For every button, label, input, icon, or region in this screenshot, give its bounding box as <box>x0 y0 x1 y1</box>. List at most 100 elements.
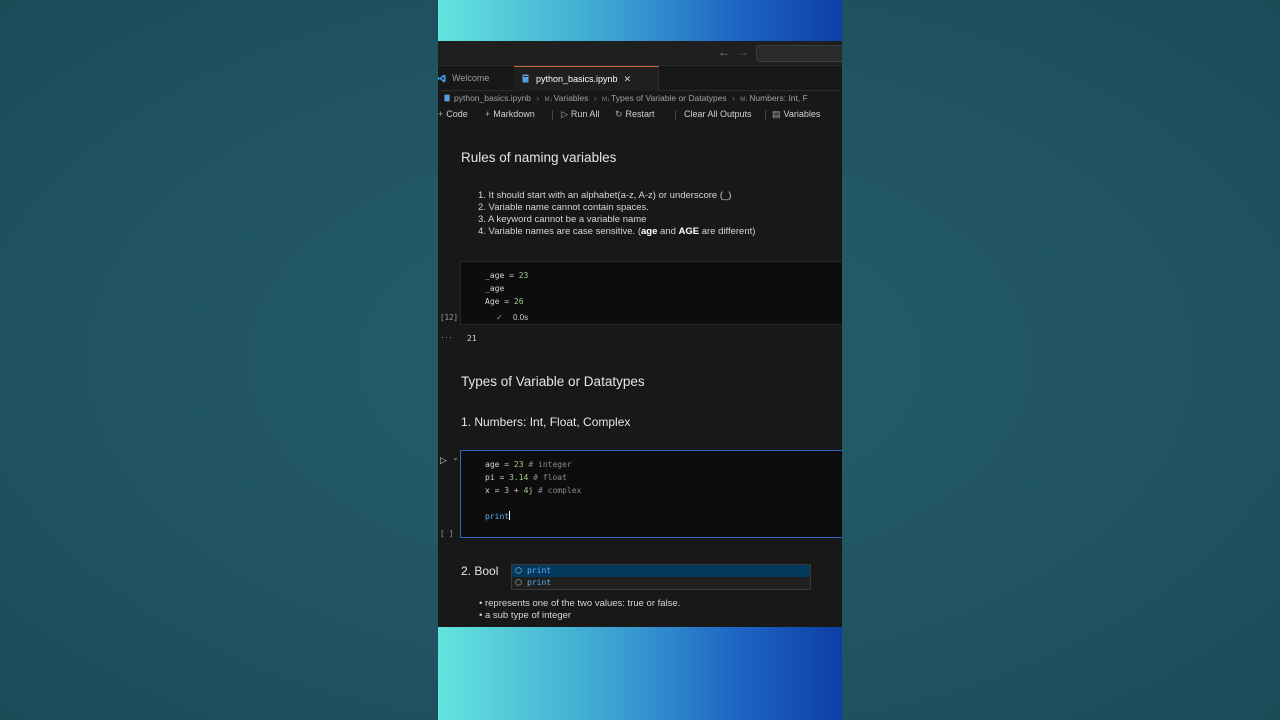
restart-icon: ↻ <box>615 109 623 119</box>
variables-button[interactable]: ▤ Variables <box>772 106 820 123</box>
text: are different) <box>699 226 756 237</box>
restart-button[interactable]: ↻ Restart <box>615 106 655 123</box>
tab-welcome[interactable]: Welcome <box>438 66 514 90</box>
vscode-logo-icon <box>438 74 446 83</box>
toolbar-divider <box>675 110 676 120</box>
editor-tab-bar: Welcome python_basics.ipynb ✕ <box>438 66 842 91</box>
heading-bool: 2. Bool <box>461 564 499 578</box>
markdown-icon: M↓ <box>544 97 553 103</box>
tab-python-basics[interactable]: python_basics.ipynb ✕ <box>514 66 659 91</box>
code-line: pi = 3.14 # float <box>485 473 567 482</box>
notebook-body: Rules of naming variables 1. It should s… <box>438 124 842 627</box>
tab-label: python_basics.ipynb <box>536 74 618 84</box>
operator: = <box>499 460 514 469</box>
text: 4. Variable names are case sensitive. ( <box>478 226 641 237</box>
operator: = <box>494 473 510 482</box>
text: and <box>657 226 679 237</box>
breadcrumb-label: Variables <box>553 93 589 103</box>
identifier: Age <box>485 297 500 306</box>
heading-types: Types of Variable or Datatypes <box>461 374 645 389</box>
code-line: print <box>485 511 511 521</box>
identifier: pi <box>485 473 495 482</box>
clear-all-outputs-button[interactable]: Clear All Outputs <box>684 106 752 123</box>
breadcrumb-item-variables[interactable]: M↓Variables <box>545 91 589 105</box>
notebook-file-icon <box>522 74 529 83</box>
cell-output: 21 <box>467 334 477 343</box>
suggestion-item[interactable]: ⬡ print <box>512 565 810 577</box>
table-icon: ▤ <box>772 109 781 119</box>
comment: # float <box>528 473 567 482</box>
text-cursor <box>509 511 511 520</box>
back-arrow-icon[interactable]: ← <box>718 45 730 59</box>
bold-text: AGE <box>678 226 700 237</box>
run-all-button[interactable]: ▷ Run All <box>561 106 599 123</box>
notebook-file-icon <box>444 94 450 102</box>
chevron-right-icon: › <box>593 93 597 103</box>
number: 23 <box>518 271 529 280</box>
play-icon: ▷ <box>561 109 568 119</box>
execution-time: 0.0s <box>513 313 529 322</box>
button-label: Variables <box>783 109 821 119</box>
button-label: Code <box>446 109 468 119</box>
list-item: 3. A keyword cannot be a variable name <box>478 214 647 225</box>
breadcrumb-label: Numbers: Int, F <box>749 93 808 103</box>
command-center-search[interactable] <box>756 45 842 62</box>
list-item: • a sub type of integer <box>479 610 572 621</box>
builtin-function: print <box>485 512 510 521</box>
button-label: Clear All Outputs <box>684 109 752 119</box>
number: 3.14 <box>509 473 529 482</box>
operator: = <box>499 297 514 306</box>
markdown-icon: M↓ <box>602 97 611 103</box>
execution-count: [ ] <box>440 529 454 538</box>
comment: # integer <box>523 460 572 469</box>
suggestion-item[interactable]: ⬡ print <box>512 577 810 589</box>
vscode-window: ← → Welcome python_basics.ipynb ✕ python… <box>438 41 842 627</box>
markdown-icon: M↓ <box>740 97 749 103</box>
list-item: 1. It should start with an alphabet(a-z,… <box>478 190 732 201</box>
tab-label: Welcome <box>452 73 490 83</box>
button-label: Markdown <box>493 109 535 119</box>
operator: = <box>489 486 505 495</box>
button-label: Restart <box>625 109 655 119</box>
list-item-text: a sub type of integer <box>484 610 572 621</box>
close-icon[interactable]: ✕ <box>624 74 632 84</box>
number: 23 <box>513 460 524 469</box>
chevron-right-icon: › <box>732 93 735 103</box>
list-item-text: represents one of the two values: true o… <box>484 598 681 609</box>
comment: # complex <box>533 486 582 495</box>
forward-arrow-icon[interactable]: → <box>737 45 749 59</box>
button-label: Run All <box>570 109 600 119</box>
plus-icon: + <box>485 109 491 119</box>
breadcrumb-item-types[interactable]: M↓Types of Variable or Datatypes <box>602 91 727 105</box>
breadcrumb-item-numbers[interactable]: M↓Numbers: Int, F <box>740 91 808 105</box>
code-cell-12[interactable]: _age = 23 _age Age = 26 ✓ 0.0s <box>460 261 842 325</box>
success-check-icon: ✓ <box>496 313 503 322</box>
list-item: 4. Variable names are case sensitive. ( a… <box>478 226 755 238</box>
autocomplete-dropdown: ⬡ print ⬡ print <box>511 564 811 590</box>
chevron-down-icon[interactable]: ⌄ <box>452 453 459 462</box>
top-gradient-band <box>438 0 842 41</box>
operator: = <box>504 271 519 280</box>
code-line: Age = 26 <box>485 297 524 306</box>
add-code-cell-button[interactable]: + Code <box>438 106 468 123</box>
output-more-icon[interactable]: ··· <box>441 332 453 342</box>
code-cell-active[interactable]: age = 23 # integer pi = 3.14 # float x =… <box>460 450 842 538</box>
number: 4j <box>523 486 534 495</box>
method-cube-icon: ⬡ <box>515 578 522 587</box>
add-markdown-cell-button[interactable]: + Markdown <box>485 106 535 123</box>
heading-numbers: 1. Numbers: Int, Float, Complex <box>461 415 631 429</box>
code-line: age = 23 # integer <box>485 460 572 469</box>
method-cube-icon: ⬡ <box>515 566 522 575</box>
notebook-toolbar: + Code + Markdown ▷ Run All ↻ Restart Clear … <box>438 106 842 123</box>
execution-count: [12] <box>440 313 459 322</box>
breadcrumb-item-file[interactable]: python_basics.ipynb <box>444 91 531 105</box>
plus-icon: + <box>438 109 444 119</box>
rules-list: 1. It should start with an alphabet(a-z,… <box>478 190 755 238</box>
run-cell-icon[interactable]: ▷ <box>440 455 447 466</box>
breadcrumb: python_basics.ipynb › M↓Variables › M↓Ty… <box>438 91 842 105</box>
bottom-gradient-band <box>438 627 842 720</box>
video-frame: ← → Welcome python_basics.ipynb ✕ python… <box>438 0 842 720</box>
identifier: _age <box>485 271 505 280</box>
bool-list: • represents one of the two values: true… <box>479 598 680 622</box>
toolbar-divider <box>552 110 553 120</box>
